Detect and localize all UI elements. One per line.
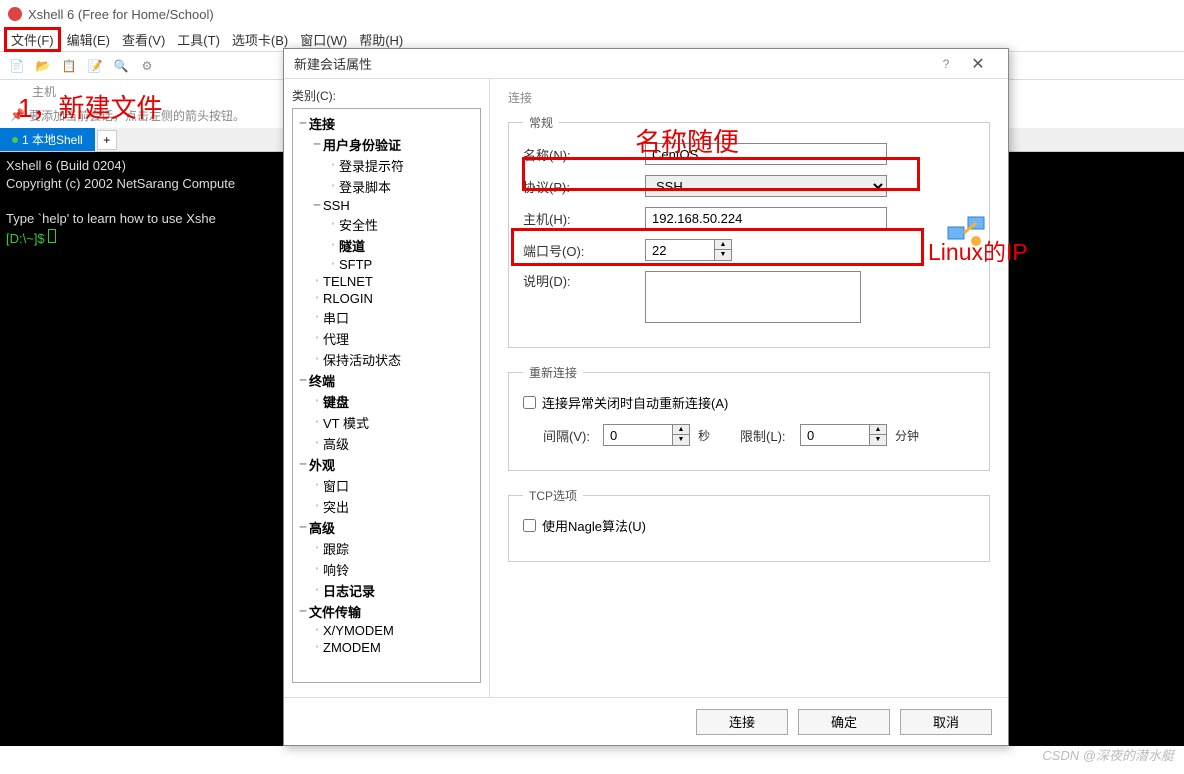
tree-node[interactable]: ·窗口 bbox=[295, 475, 478, 496]
host-label: 主机(H): bbox=[523, 209, 645, 228]
tree-node[interactable]: −连接 bbox=[295, 113, 478, 134]
sec-unit: 秒 bbox=[698, 427, 710, 444]
watermark: CSDN @深夜的潜水艇 bbox=[1042, 745, 1174, 764]
status-dot-icon bbox=[12, 137, 18, 143]
desc-label: 说明(D): bbox=[523, 271, 645, 290]
port-label: 端口号(O): bbox=[523, 241, 645, 260]
category-label: 类别(C): bbox=[292, 87, 481, 104]
cursor-icon bbox=[48, 229, 56, 243]
reconnect-legend: 重新连接 bbox=[523, 364, 583, 381]
tree-node[interactable]: ·RLOGIN bbox=[295, 290, 478, 307]
tcp-group: TCP选项 使用Nagle算法(U) bbox=[508, 487, 990, 562]
protocol-select[interactable]: SSH bbox=[645, 175, 887, 197]
min-unit: 分钟 bbox=[895, 427, 919, 444]
tree-node[interactable]: ·日志记录 bbox=[295, 580, 478, 601]
close-button[interactable]: ✕ bbox=[958, 54, 998, 74]
protocol-label: 协议(P): bbox=[523, 177, 645, 196]
limit-label: 限制(L): bbox=[740, 426, 800, 445]
ok-button[interactable]: 确定 bbox=[798, 709, 890, 735]
tree-node[interactable]: −终端 bbox=[295, 370, 478, 391]
form-column: 连接 常规 名称(N): 协议(P): SSH 主机(H): 端口号(O): bbox=[490, 79, 1008, 697]
category-column: 类别(C): −连接−用户身份验证·登录提示符·登录脚本−SSH·安全性·隧道·… bbox=[284, 79, 490, 697]
app-logo-icon bbox=[8, 7, 22, 21]
tab-add-button[interactable]: + bbox=[97, 130, 117, 150]
spin-down-icon: ▼ bbox=[715, 250, 731, 260]
tree-node[interactable]: ·VT 模式 bbox=[295, 412, 478, 433]
tree-node[interactable]: ·跟踪 bbox=[295, 538, 478, 559]
help-button[interactable]: ? bbox=[934, 57, 958, 71]
tcp-legend: TCP选项 bbox=[523, 487, 583, 504]
term-l2: Copyright (c) 2002 NetSarang Compute bbox=[6, 176, 235, 191]
interval-label: 间隔(V): bbox=[543, 426, 603, 445]
tree-node[interactable]: −文件传输 bbox=[295, 601, 478, 622]
open-icon[interactable]: 📂 bbox=[34, 57, 52, 75]
tree-node[interactable]: ·登录脚本 bbox=[295, 176, 478, 197]
search-icon[interactable]: 🔍 bbox=[112, 57, 130, 75]
tree-node[interactable]: ·登录提示符 bbox=[295, 155, 478, 176]
nagle-checkbox[interactable] bbox=[523, 519, 536, 532]
tree-node[interactable]: ·ZMODEM bbox=[295, 639, 478, 656]
term-l3: Type `help' to learn how to use Xshe bbox=[6, 211, 216, 226]
tree-node[interactable]: ·SFTP bbox=[295, 256, 478, 273]
annotation-new-file: 1，新建文件 bbox=[18, 88, 162, 125]
reconnect-group: 重新连接 连接异常关闭时自动重新连接(A) 间隔(V): ▲▼ 秒 限制(L): bbox=[508, 364, 990, 471]
category-tree[interactable]: −连接−用户身份验证·登录提示符·登录脚本−SSH·安全性·隧道·SFTP·TE… bbox=[292, 108, 481, 683]
tree-node[interactable]: ·代理 bbox=[295, 328, 478, 349]
host-input[interactable] bbox=[645, 207, 887, 229]
tree-node[interactable]: −SSH bbox=[295, 197, 478, 214]
port-spinner[interactable]: ▲▼ bbox=[715, 239, 732, 261]
port-input[interactable] bbox=[645, 239, 715, 261]
interval-spinner[interactable]: ▲▼ bbox=[673, 424, 690, 446]
tree-node[interactable]: ·响铃 bbox=[295, 559, 478, 580]
cancel-button[interactable]: 取消 bbox=[900, 709, 992, 735]
auto-reconnect-label: 连接异常关闭时自动重新连接(A) bbox=[542, 393, 728, 412]
tab-label: 1 本地Shell bbox=[22, 131, 83, 148]
connect-button[interactable]: 连接 bbox=[696, 709, 788, 735]
tree-node[interactable]: ·键盘 bbox=[295, 391, 478, 412]
menu-file[interactable]: 文件(F) bbox=[4, 27, 61, 52]
new-icon[interactable]: 📄 bbox=[8, 57, 26, 75]
dialog-title: 新建会话属性 bbox=[294, 54, 934, 73]
menu-tools[interactable]: 工具(T) bbox=[171, 28, 226, 51]
menu-view[interactable]: 查看(V) bbox=[116, 28, 171, 51]
tree-node[interactable]: ·X/YMODEM bbox=[295, 622, 478, 639]
nagle-label: 使用Nagle算法(U) bbox=[542, 516, 646, 535]
limit-input[interactable] bbox=[800, 424, 870, 446]
dialog-buttons: 连接 确定 取消 bbox=[284, 697, 1008, 745]
annotation-name: 名称随便 bbox=[635, 122, 739, 159]
props-icon[interactable]: ⚙ bbox=[138, 57, 156, 75]
term-prompt: [D:\~]$ bbox=[6, 231, 48, 246]
tree-node[interactable]: ·高级 bbox=[295, 433, 478, 454]
interval-input[interactable] bbox=[603, 424, 673, 446]
annotation-ip: Linux的IP bbox=[928, 233, 1028, 267]
tree-node[interactable]: ·隧道 bbox=[295, 235, 478, 256]
tree-node[interactable]: ·串口 bbox=[295, 307, 478, 328]
tree-node[interactable]: ·突出 bbox=[295, 496, 478, 517]
tree-node[interactable]: −高级 bbox=[295, 517, 478, 538]
limit-spinner[interactable]: ▲▼ bbox=[870, 424, 887, 446]
general-group: 常规 名称(N): 协议(P): SSH 主机(H): 端口号(O): bbox=[508, 114, 990, 348]
title-bar: Xshell 6 (Free for Home/School) bbox=[0, 0, 1184, 28]
tree-node[interactable]: −外观 bbox=[295, 454, 478, 475]
tree-node[interactable]: ·保持活动状态 bbox=[295, 349, 478, 370]
window-title: Xshell 6 (Free for Home/School) bbox=[28, 7, 214, 22]
tab-local-shell[interactable]: 1 本地Shell bbox=[0, 128, 95, 151]
section-header: 连接 bbox=[508, 89, 990, 106]
auto-reconnect-checkbox[interactable] bbox=[523, 396, 536, 409]
tree-node[interactable]: ·TELNET bbox=[295, 273, 478, 290]
paste-icon[interactable]: 📝 bbox=[86, 57, 104, 75]
term-l1: Xshell 6 (Build 0204) bbox=[6, 158, 126, 173]
copy-icon[interactable]: 📋 bbox=[60, 57, 78, 75]
menu-edit[interactable]: 编辑(E) bbox=[61, 28, 116, 51]
spin-up-icon: ▲ bbox=[715, 240, 731, 250]
name-label: 名称(N): bbox=[523, 145, 645, 164]
dialog-titlebar: 新建会话属性 ? ✕ bbox=[284, 49, 1008, 79]
general-legend: 常规 bbox=[523, 114, 559, 131]
tree-node[interactable]: −用户身份验证 bbox=[295, 134, 478, 155]
desc-textarea[interactable] bbox=[645, 271, 861, 323]
tree-node[interactable]: ·安全性 bbox=[295, 214, 478, 235]
